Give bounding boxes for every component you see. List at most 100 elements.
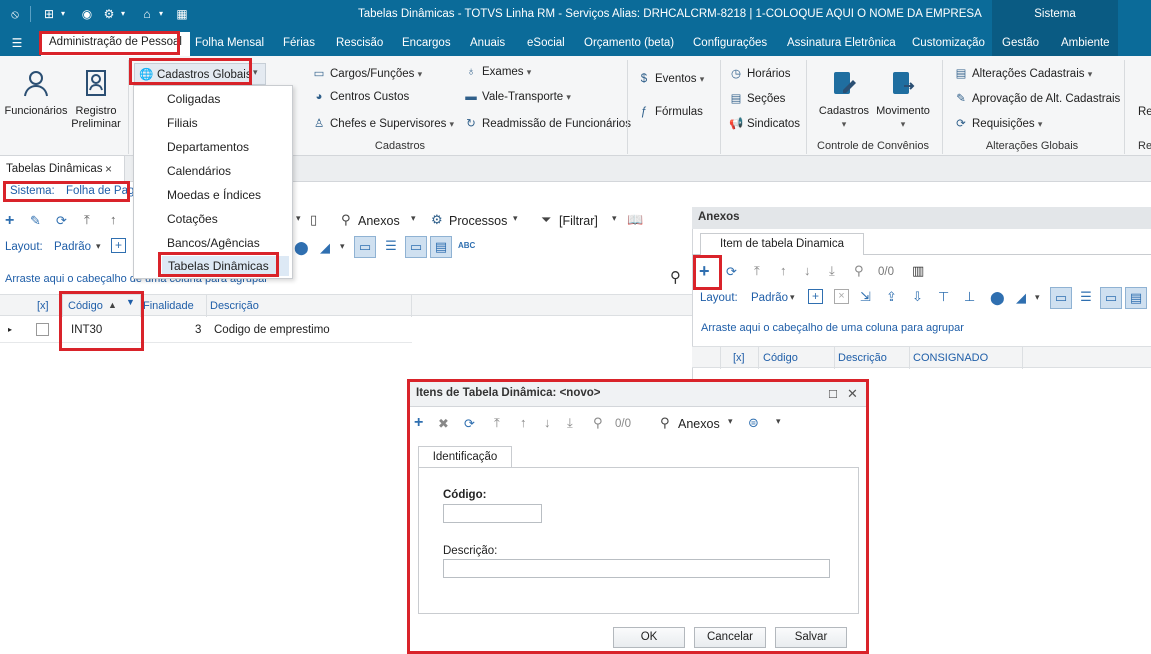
layout-top-icon[interactable]: ▭ <box>1100 287 1122 309</box>
save-button[interactable]: Salvar <box>775 627 847 648</box>
anexos-col-select[interactable]: [x] <box>733 352 745 364</box>
color-palette-icon[interactable]: ⬤ <box>294 240 309 256</box>
last-record-icon[interactable]: ⤓ <box>829 263 835 279</box>
sort-asc-icon[interactable]: ▲ <box>108 300 117 310</box>
funcionarios-button[interactable]: Funcionários <box>4 68 68 118</box>
columns-icon[interactable]: ▥ <box>912 263 924 279</box>
tab-item-tabela-dinamica[interactable]: Item de tabela Dinamica <box>700 233 864 255</box>
horarios-button[interactable]: ◷ Horários <box>729 66 791 80</box>
formulas-button[interactable]: ƒ Fórmulas <box>637 106 703 118</box>
layout-bottom-icon[interactable]: ▭ <box>354 236 376 258</box>
anexos-col-consignado[interactable]: CONSIGNADO <box>913 352 988 364</box>
truncated-ribbon-item[interactable]: Re <box>1138 106 1151 118</box>
chart-icon[interactable]: ◢ <box>1016 290 1026 306</box>
system-label[interactable]: Sistema <box>992 0 1118 29</box>
next-record-icon[interactable]: ↓ <box>544 415 551 430</box>
add-column-icon[interactable]: + <box>808 289 823 304</box>
row-checkbox[interactable] <box>36 323 49 336</box>
refresh-icon[interactable]: ⟳ <box>464 416 475 432</box>
chevron-down-icon[interactable]: ▾ <box>513 213 518 224</box>
first-record-icon[interactable]: ⤒ <box>84 212 90 228</box>
close-icon[interactable]: ✕ <box>847 386 858 402</box>
menu-ferias[interactable]: Férias <box>283 37 315 49</box>
centros-custos-button[interactable]: ◕ Centros Custos <box>312 91 410 103</box>
menu-folha-mensal[interactable]: Folha Mensal <box>195 37 264 49</box>
close-icon[interactable]: × <box>105 162 112 176</box>
next-record-icon[interactable]: ↓ <box>804 263 811 278</box>
processos-button[interactable]: Processos <box>449 214 507 228</box>
document-icon[interactable]: ▯ <box>310 212 317 228</box>
chefes-supervisores-button[interactable]: ♙ Chefes e Supervisores ▾ <box>312 116 454 130</box>
menu-gestao[interactable]: Gestão <box>1002 37 1039 49</box>
edit-icon[interactable]: ✎ <box>30 213 41 229</box>
add-icon[interactable]: + <box>5 212 14 230</box>
anexos-layout-select[interactable]: Padrão <box>751 292 788 304</box>
remove-column-icon[interactable]: × <box>834 289 849 304</box>
col-header-codigo[interactable]: Código <box>68 300 103 312</box>
color-palette-icon[interactable]: ⬤ <box>990 290 1005 306</box>
chevron-down-icon[interactable]: ▾ <box>411 213 416 224</box>
chevron-down-icon[interactable]: ▾ <box>56 7 70 21</box>
readmissao-button[interactable]: ↻ Readmissão de Funcionários <box>464 116 631 130</box>
chevron-down-icon[interactable]: ▾ <box>154 7 168 21</box>
calculator-icon[interactable]: ▦ <box>175 7 189 21</box>
menu-orcamento[interactable]: Orçamento (beta) <box>584 37 674 49</box>
pin-icon[interactable]: ⊤ <box>938 289 949 305</box>
anexos-col-codigo[interactable]: Código <box>763 352 798 364</box>
import-icon[interactable]: ⇲ <box>860 289 871 305</box>
layout-rows-icon[interactable]: ▤ <box>1125 287 1147 309</box>
filtrar-button[interactable]: [Filtrar] <box>559 214 598 228</box>
chevron-down-icon[interactable]: ▾ <box>612 213 617 224</box>
document-tab-tabelas-dinamicas[interactable]: Tabelas Dinâmicas × <box>0 156 125 182</box>
previous-record-icon[interactable]: ↑ <box>110 212 117 227</box>
menu-ambiente[interactable]: Ambiente <box>1061 37 1110 49</box>
alteracoes-cadastrais-button[interactable]: ▤ Alterações Cadastrais ▾ <box>954 66 1093 80</box>
menu-configuracoes[interactable]: Configurações <box>693 37 767 49</box>
maximize-icon[interactable]: ☐ <box>828 388 838 401</box>
convenios-movimento-button[interactable]: Movimento ▾ <box>874 68 932 131</box>
menu-administracao-pessoal[interactable]: Administração de Pessoal <box>41 32 190 56</box>
menu-assinatura-eletronica[interactable]: Assinatura Eletrônica <box>787 37 896 49</box>
previous-record-icon[interactable]: ↑ <box>780 263 787 278</box>
dropdown-item-cotacoes[interactable]: Cotações <box>167 212 218 226</box>
search-icon[interactable]: ⚲ <box>593 415 603 431</box>
sindicatos-button[interactable]: 📢 Sindicatos <box>729 116 800 130</box>
requisicoes-button[interactable]: ⟳ Requisições ▾ <box>954 116 1042 130</box>
menu-customizacao[interactable]: Customização <box>912 37 985 49</box>
search-icon[interactable]: ⚲ <box>670 268 681 286</box>
layout-split-icon[interactable]: ☰ <box>380 236 402 258</box>
search-icon[interactable]: ⚲ <box>854 263 864 279</box>
menu-encargos[interactable]: Encargos <box>402 37 451 49</box>
menu-esocial[interactable]: eSocial <box>527 37 565 49</box>
chevron-down-icon[interactable]: ▾ <box>96 241 101 252</box>
add-icon[interactable]: + <box>414 414 423 432</box>
cancel-button[interactable]: Cancelar <box>694 627 766 648</box>
dropdown-item-bancos-agencias[interactable]: Bancos/Agências <box>167 236 260 250</box>
chevron-down-icon[interactable]: ▾ <box>116 7 130 21</box>
dropdown-item-tabelas-dinamicas[interactable]: Tabelas Dinâmicas <box>162 256 289 276</box>
chevron-down-icon[interactable]: ▾ <box>296 213 301 224</box>
chevron-down-icon[interactable]: ▾ <box>340 241 345 252</box>
download-icon[interactable]: ⇩ <box>912 289 923 305</box>
menu-hamburger-icon[interactable]: ☰ <box>10 36 24 50</box>
refresh-icon[interactable]: ⟳ <box>726 264 737 280</box>
chevron-down-icon[interactable]: ▾ <box>1035 292 1040 303</box>
cadastros-globais-button[interactable]: 🌐 Cadastros Globais ▾ <box>134 63 266 85</box>
convenios-cadastros-button[interactable]: Cadastros ▾ <box>816 68 872 131</box>
chevron-down-icon[interactable]: ▾ <box>790 292 795 303</box>
table-row[interactable]: ▸ INT30 3 Codigo de emprestimo <box>0 317 412 343</box>
vale-transporte-button[interactable]: ▬ Vale-Transporte ▾ <box>464 91 571 103</box>
aprovacao-alt-button[interactable]: ✎ Aprovação de Alt. Cadastrais <box>954 91 1120 105</box>
layout-select[interactable]: Padrão <box>54 241 91 253</box>
ok-button[interactable]: OK <box>613 627 685 648</box>
dropdown-item-coligadas[interactable]: Coligadas <box>167 92 220 106</box>
cargos-funcoes-button[interactable]: ▭ Cargos/Funções ▾ <box>312 66 423 80</box>
col-header-select[interactable]: [x] <box>37 300 49 312</box>
row-expand-icon[interactable]: ▸ <box>8 325 12 334</box>
secoes-button[interactable]: ▤ Seções <box>729 91 786 105</box>
previous-record-icon[interactable]: ↑ <box>520 415 527 430</box>
dialog-anexos-button[interactable]: Anexos <box>678 417 720 431</box>
dropdown-item-departamentos[interactable]: Departamentos <box>167 140 249 154</box>
eye-icon[interactable]: ◉ <box>80 7 94 21</box>
book-icon[interactable]: 📖 <box>627 212 643 228</box>
